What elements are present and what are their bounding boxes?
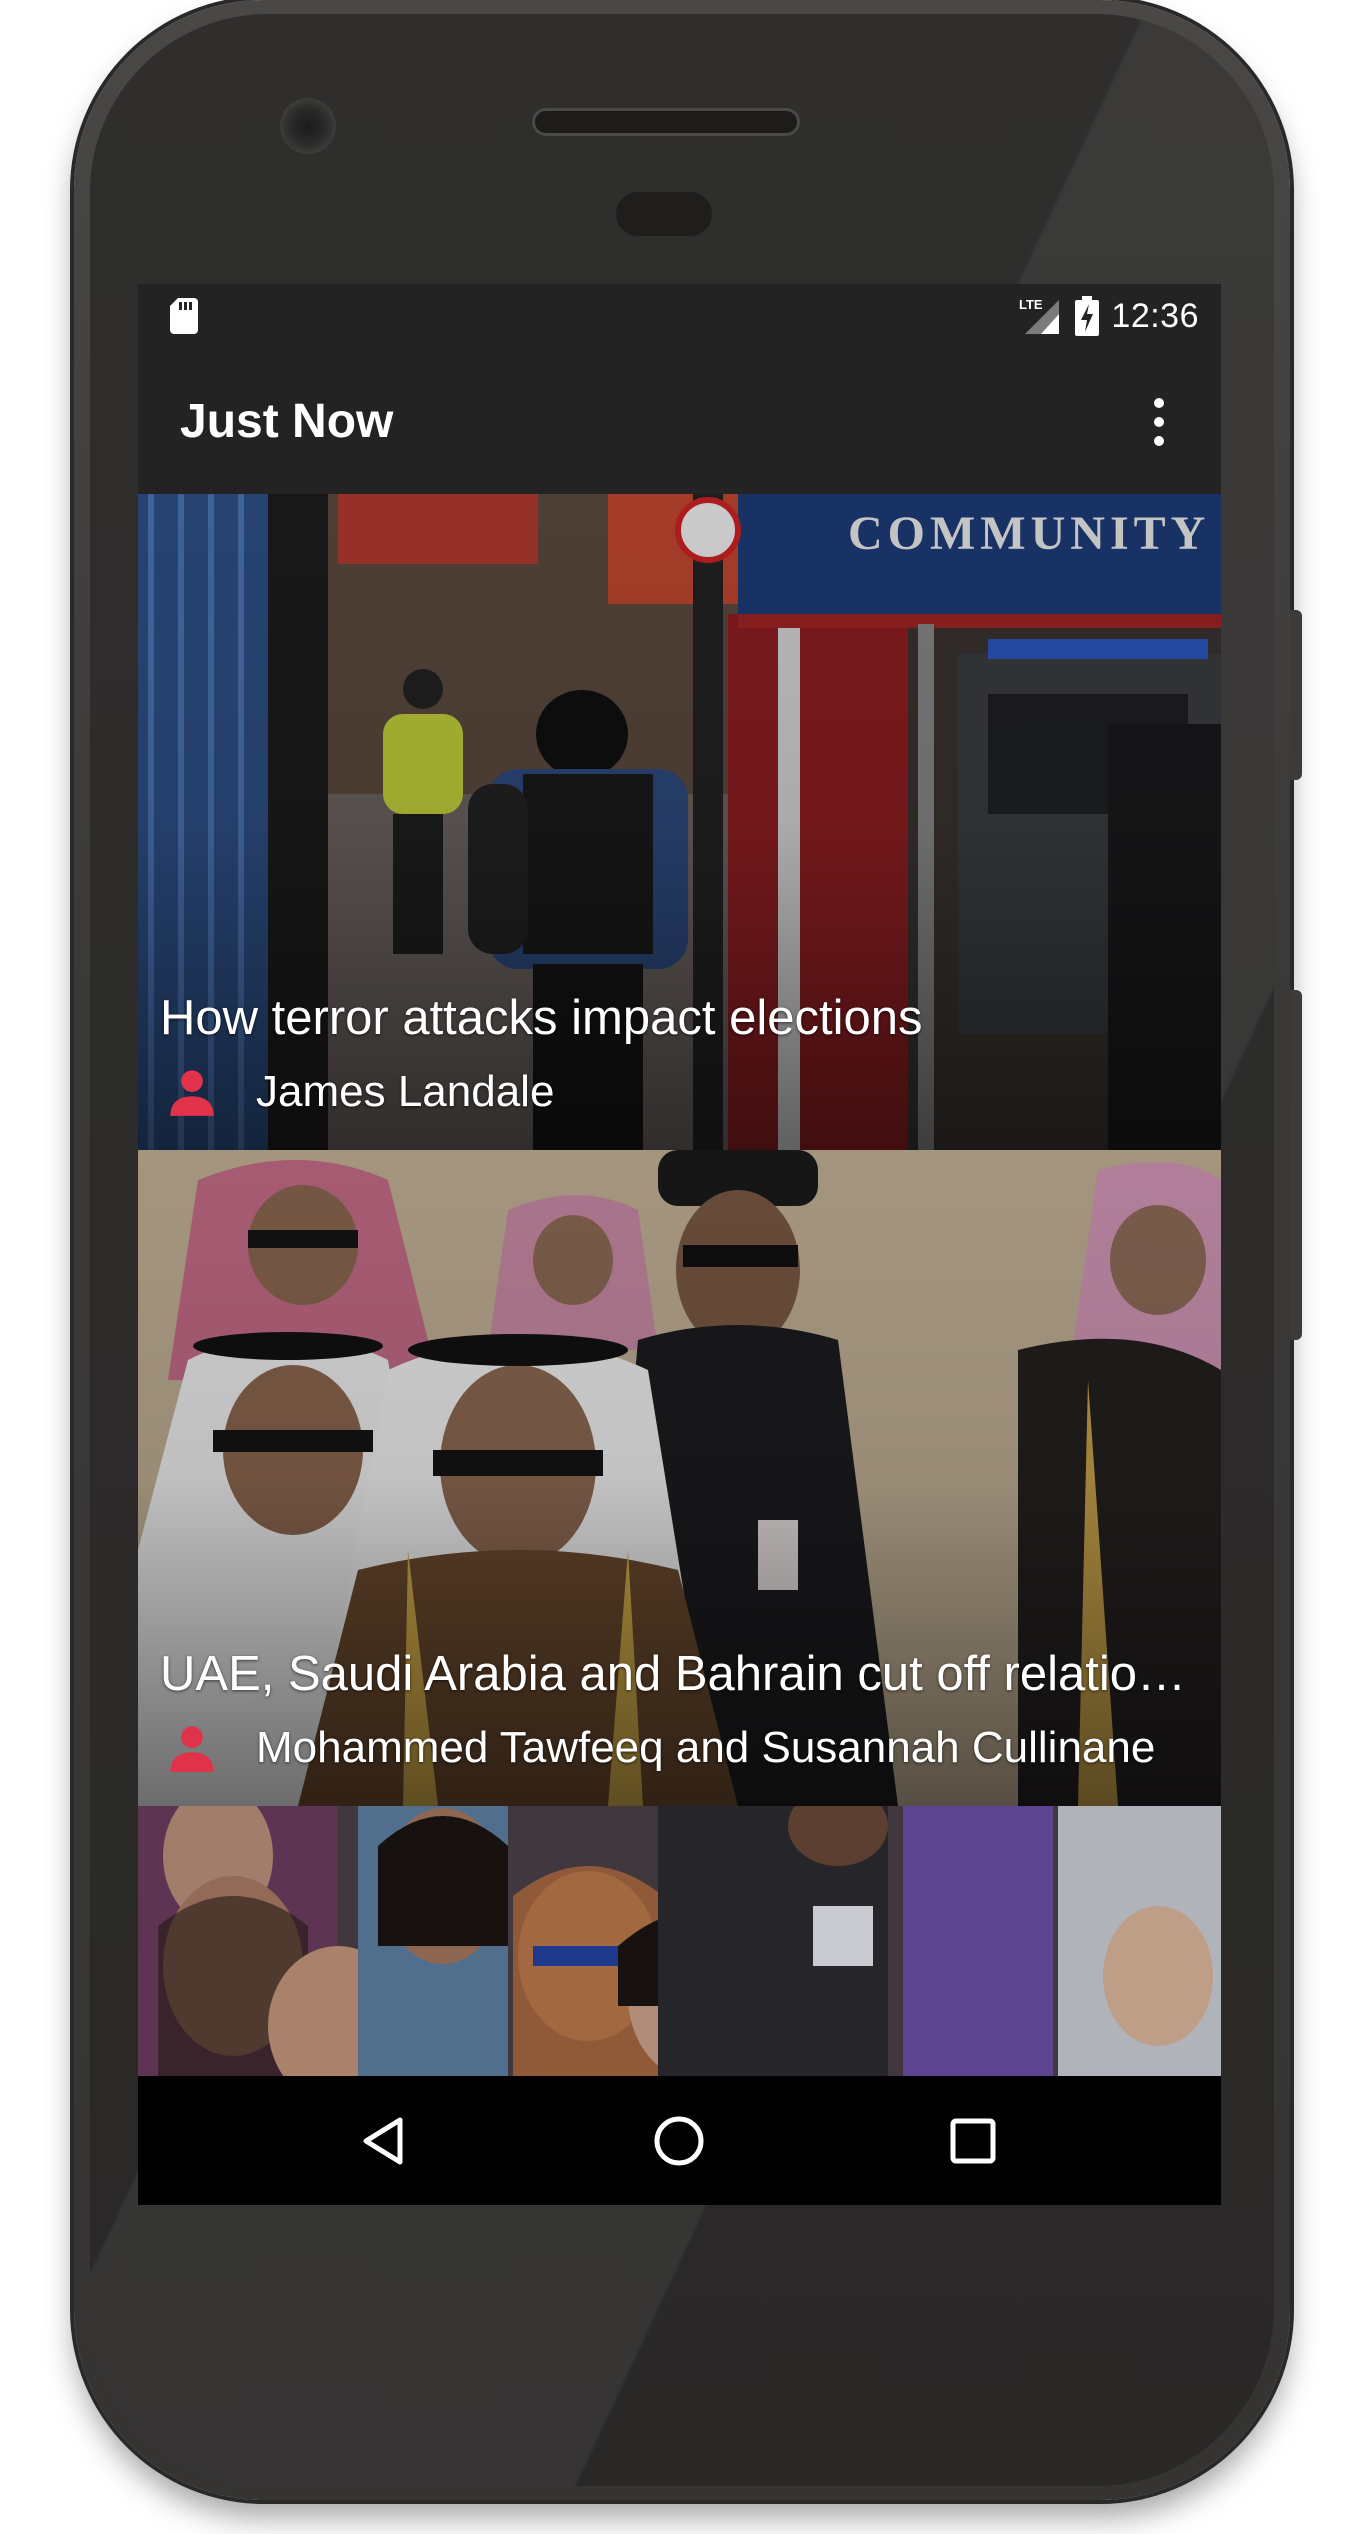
navigation-bar	[138, 2076, 1221, 2205]
app-bar: Just Now	[138, 350, 1221, 494]
article-feed[interactable]: COMMUNITY How terror attacks impact elec…	[138, 494, 1221, 2076]
article-author: Mohammed Tawfeeq and Susannah Cullinane	[256, 1723, 1156, 1772]
status-time: 12:36	[1111, 296, 1199, 335]
battery-charging-icon	[1075, 296, 1100, 336]
article-author: James Landale	[256, 1067, 555, 1116]
app-title: Just Now	[180, 395, 394, 448]
lte-label: LTE	[1019, 297, 1043, 312]
person-icon	[170, 1070, 214, 1116]
home-icon[interactable]	[644, 2106, 714, 2176]
article-card-2[interactable]: UAE, Saudi Arabia and Bahrain cut off re…	[138, 1150, 1221, 1806]
article-card-3[interactable]	[138, 1806, 1221, 2076]
article-author-row: Mohammed Tawfeeq and Susannah Cullinane	[166, 1722, 1221, 1774]
article-title[interactable]: How terror attacks impact elections	[160, 990, 1201, 1046]
back-icon[interactable]	[350, 2106, 420, 2176]
status-icons: LTE 12:36	[1019, 296, 1199, 336]
article-author-row: James Landale	[166, 1066, 1221, 1118]
article-card-1[interactable]: COMMUNITY How terror attacks impact elec…	[138, 494, 1221, 1150]
person-icon	[170, 1726, 214, 1772]
power-button	[1290, 610, 1302, 780]
status-bar: LTE 12:36	[138, 284, 1221, 350]
front-camera	[280, 98, 336, 154]
sd-card-icon	[170, 298, 198, 334]
recents-icon[interactable]	[938, 2106, 1008, 2176]
more-vert-icon[interactable]	[1139, 392, 1179, 452]
device-screen: LTE 12:36 Just Now How terror attacks im…	[138, 284, 1221, 2205]
article-title[interactable]: UAE, Saudi Arabia and Bahrain cut off re…	[160, 1646, 1201, 1702]
lte-signal-icon: LTE	[1019, 297, 1060, 334]
earpiece-speaker	[532, 108, 800, 136]
volume-rocker	[1290, 990, 1302, 1340]
proximity-sensor	[616, 192, 712, 236]
